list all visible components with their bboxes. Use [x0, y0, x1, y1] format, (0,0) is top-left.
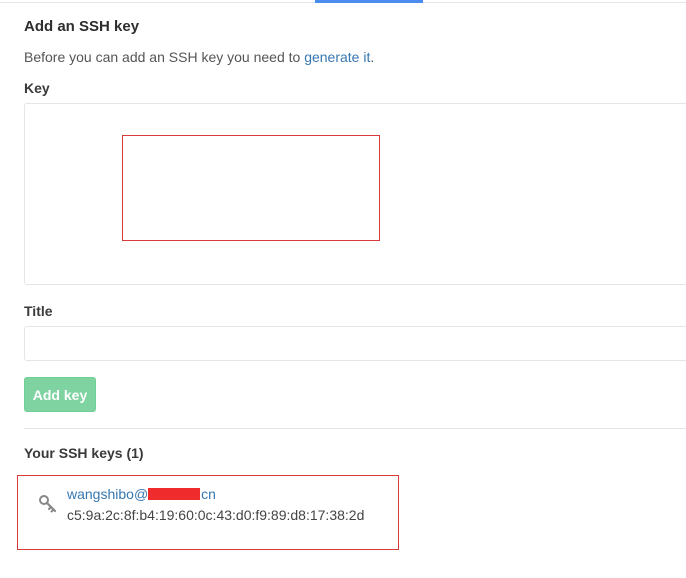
intro-text: Before you can add an SSH key you need t…	[24, 48, 374, 66]
generate-it-link[interactable]: generate it	[304, 49, 370, 65]
section-divider	[24, 428, 686, 429]
intro-text-body: Before you can add an SSH key you need t…	[24, 49, 305, 65]
title-input[interactable]	[24, 326, 686, 361]
key-icon	[38, 494, 58, 514]
title-label: Title	[24, 303, 53, 319]
intro-text-suffix: .	[370, 49, 375, 65]
key-label: Key	[24, 80, 50, 96]
key-name-prefix: wangshibo@	[67, 486, 149, 502]
active-tab-indicator	[315, 0, 423, 3]
ssh-key-fingerprint: c5:9a:2c:8f:b4:19:60:0c:43:d0:f9:89:d8:1…	[67, 507, 365, 523]
ssh-keys-page: Add an SSH key Before you can add an SSH…	[0, 0, 686, 578]
add-key-button[interactable]: Add key	[24, 377, 96, 412]
ssh-key-list-item: wangshibo@ cn c5:9a:2c:8f:b4:19:60:0c:43:…	[17, 475, 399, 550]
key-name-suffix: cn	[201, 486, 216, 502]
your-ssh-keys-heading: Your SSH keys (1)	[24, 445, 144, 461]
key-textarea[interactable]	[24, 103, 686, 285]
redaction-bar	[148, 488, 201, 500]
add-ssh-key-heading: Add an SSH key	[24, 18, 140, 35]
ssh-key-title-link[interactable]: wangshibo@ cn	[67, 485, 216, 503]
